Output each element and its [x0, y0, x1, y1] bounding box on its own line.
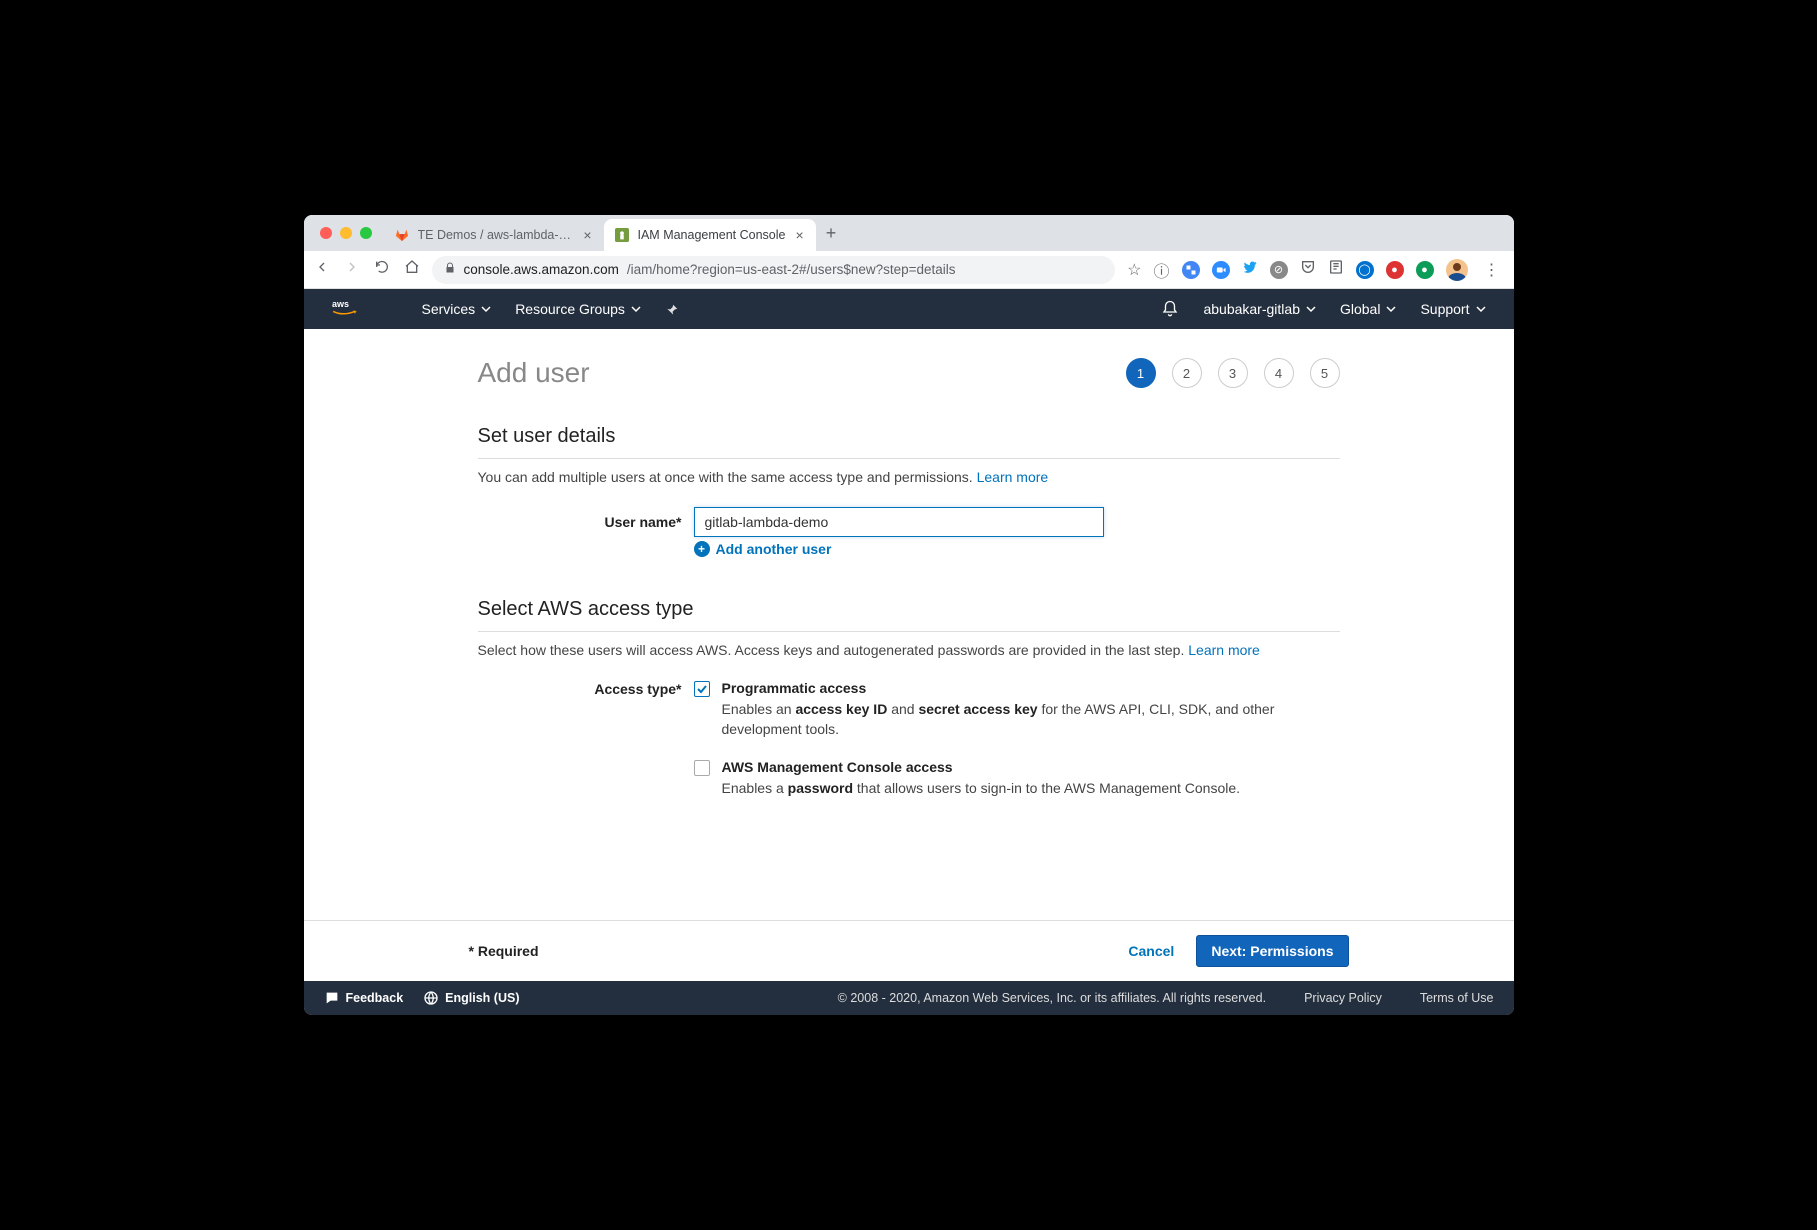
- programmatic-access-title: Programmatic access: [722, 680, 1340, 696]
- tab-strip: TE Demos / aws-lambda-demo × IAM Managem…: [304, 215, 1514, 251]
- username-input[interactable]: [694, 507, 1104, 537]
- star-icon[interactable]: ☆: [1127, 260, 1141, 280]
- step-3[interactable]: 3: [1218, 358, 1248, 388]
- access-type-heading: Select AWS access type: [478, 598, 1340, 621]
- aws-iam-icon: [614, 227, 630, 243]
- console-access-checkbox[interactable]: [694, 760, 710, 776]
- access-type-label: Access type*: [478, 680, 694, 697]
- divider: [478, 458, 1340, 459]
- access-type-description: Select how these users will access AWS. …: [478, 642, 1340, 658]
- extension-icon[interactable]: ⊘: [1270, 261, 1288, 279]
- pin-icon[interactable]: [665, 301, 679, 317]
- programmatic-access-description: Enables an access key ID and secret acce…: [722, 700, 1340, 739]
- info-icon[interactable]: ⓘ: [1153, 258, 1169, 282]
- footer-bar: * Required Cancel Next: Permissions: [304, 920, 1514, 981]
- url-host: console.aws.amazon.com: [464, 262, 619, 277]
- main-content: Add user 1 2 3 4 5 Set user details You …: [304, 329, 1514, 920]
- maximize-window-icon[interactable]: [360, 227, 372, 239]
- extension-icon-green[interactable]: ●: [1416, 261, 1434, 279]
- step-4[interactable]: 4: [1264, 358, 1294, 388]
- language-label: English (US): [445, 991, 519, 1005]
- window-controls: [314, 215, 384, 251]
- back-button[interactable]: [314, 259, 330, 280]
- account-label: abubakar-gitlab: [1203, 301, 1300, 317]
- lock-icon: [444, 262, 456, 277]
- terms-of-use-link[interactable]: Terms of Use: [1420, 991, 1494, 1005]
- divider: [478, 631, 1340, 632]
- browser-tab-aws[interactable]: IAM Management Console ×: [604, 219, 816, 251]
- wizard-steps: 1 2 3 4 5: [1126, 358, 1340, 388]
- step-2[interactable]: 2: [1172, 358, 1202, 388]
- add-another-user-button[interactable]: + Add another user: [694, 541, 832, 557]
- language-selector[interactable]: English (US): [423, 990, 519, 1006]
- reader-extension-icon[interactable]: [1328, 259, 1344, 280]
- console-access-description: Enables a password that allows users to …: [722, 779, 1340, 799]
- svg-text:aws: aws: [332, 299, 349, 309]
- close-tab-icon[interactable]: ×: [794, 228, 806, 242]
- minimize-window-icon[interactable]: [340, 227, 352, 239]
- aws-footer: Feedback English (US) © 2008 - 2020, Ama…: [304, 981, 1514, 1015]
- gitlab-icon: [394, 227, 410, 243]
- reload-button[interactable]: [374, 259, 390, 280]
- toolbar-icons: ☆ ⓘ ⊘ ◯ ● ● ⋮: [1127, 258, 1503, 282]
- notifications-icon[interactable]: [1161, 300, 1179, 318]
- feedback-label: Feedback: [346, 991, 404, 1005]
- extension-icon-blue[interactable]: ◯: [1356, 261, 1374, 279]
- programmatic-access-checkbox[interactable]: [694, 681, 710, 697]
- support-menu[interactable]: Support: [1420, 301, 1485, 317]
- learn-more-link[interactable]: Learn more: [977, 469, 1049, 485]
- user-details-heading: Set user details: [478, 425, 1340, 448]
- region-label: Global: [1340, 301, 1380, 317]
- pocket-extension-icon[interactable]: [1300, 259, 1316, 280]
- translate-extension-icon[interactable]: [1182, 261, 1200, 279]
- browser-menu-button[interactable]: ⋮: [1480, 260, 1504, 280]
- feedback-button[interactable]: Feedback: [324, 990, 404, 1006]
- step-1[interactable]: 1: [1126, 358, 1156, 388]
- page-title: Add user: [478, 357, 590, 389]
- address-bar: console.aws.amazon.com/iam/home?region=u…: [304, 251, 1514, 289]
- account-menu[interactable]: abubakar-gitlab: [1203, 301, 1316, 317]
- zoom-extension-icon[interactable]: [1212, 261, 1230, 279]
- user-details-description: You can add multiple users at once with …: [478, 469, 1340, 485]
- required-note: * Required: [469, 943, 539, 959]
- aws-logo[interactable]: aws: [332, 298, 368, 320]
- step-5[interactable]: 5: [1310, 358, 1340, 388]
- url-field[interactable]: console.aws.amazon.com/iam/home?region=u…: [432, 256, 1116, 284]
- next-permissions-button[interactable]: Next: Permissions: [1196, 935, 1348, 967]
- services-menu[interactable]: Services: [422, 301, 492, 317]
- services-label: Services: [422, 301, 476, 317]
- extension-icon-red[interactable]: ●: [1386, 261, 1404, 279]
- url-path: /iam/home?region=us-east-2#/users$new?st…: [627, 262, 956, 277]
- resource-groups-label: Resource Groups: [515, 301, 625, 317]
- close-window-icon[interactable]: [320, 227, 332, 239]
- forward-button[interactable]: [344, 259, 360, 280]
- cancel-button[interactable]: Cancel: [1128, 943, 1174, 959]
- browser-window: TE Demos / aws-lambda-demo × IAM Managem…: [304, 215, 1514, 1015]
- learn-more-link[interactable]: Learn more: [1188, 642, 1260, 658]
- support-label: Support: [1420, 301, 1469, 317]
- home-button[interactable]: [404, 259, 420, 280]
- tab-title: TE Demos / aws-lambda-demo: [418, 228, 574, 242]
- tab-title: IAM Management Console: [638, 228, 786, 242]
- plus-circle-icon: +: [694, 541, 710, 557]
- browser-tab-gitlab[interactable]: TE Demos / aws-lambda-demo ×: [384, 219, 604, 251]
- add-another-user-label: Add another user: [716, 541, 832, 557]
- copyright-text: © 2008 - 2020, Amazon Web Services, Inc.…: [838, 991, 1266, 1005]
- close-tab-icon[interactable]: ×: [581, 228, 593, 242]
- privacy-policy-link[interactable]: Privacy Policy: [1304, 991, 1382, 1005]
- resource-groups-menu[interactable]: Resource Groups: [515, 301, 641, 317]
- aws-header: aws Services Resource Groups abubakar-gi…: [304, 289, 1514, 329]
- console-access-title: AWS Management Console access: [722, 759, 1340, 775]
- new-tab-button[interactable]: +: [816, 223, 847, 244]
- twitter-extension-icon[interactable]: [1242, 259, 1258, 280]
- username-label: User name*: [478, 507, 694, 530]
- profile-avatar[interactable]: [1446, 259, 1468, 281]
- region-menu[interactable]: Global: [1340, 301, 1396, 317]
- nav-buttons: [314, 259, 420, 280]
